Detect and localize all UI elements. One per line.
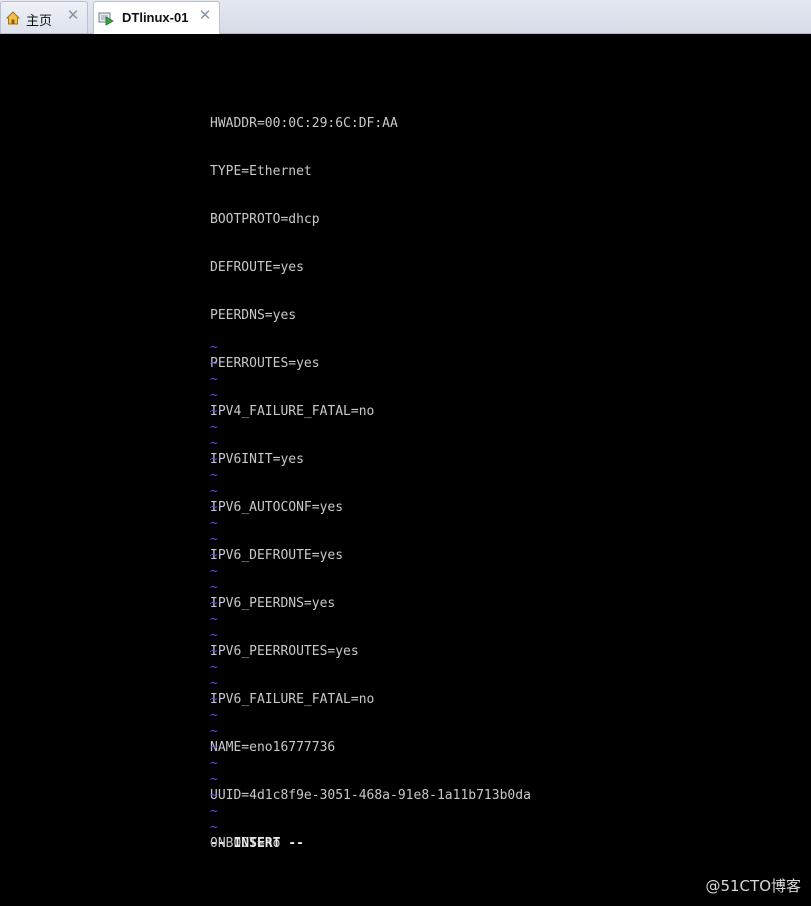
close-icon[interactable]: ✕ <box>65 8 81 24</box>
empty-line-tilde: ~ <box>210 532 218 547</box>
home-icon <box>5 11 21 25</box>
config-line: UUID=4d1c8f9e-3051-468a-91e8-1a11b713b0d… <box>210 788 531 803</box>
empty-line-tilde: ~ <box>210 740 218 755</box>
config-line: IPV6_AUTOCONF=yes <box>210 500 344 515</box>
empty-line-tilde: ~ <box>210 404 218 419</box>
empty-line-tilde: ~ <box>210 692 218 707</box>
empty-line-tilde: ~ <box>210 804 218 819</box>
config-line: IPV6_DEFROUTE=yes <box>210 548 344 563</box>
empty-line-tilde: ~ <box>210 452 218 467</box>
empty-line-tilde: ~ <box>210 580 218 595</box>
empty-line-tilde: ~ <box>210 676 218 691</box>
close-icon[interactable]: ✕ <box>197 8 213 24</box>
empty-line-tilde: ~ <box>210 548 218 563</box>
empty-line-tilde: ~ <box>210 628 218 643</box>
empty-line-tilde: ~ <box>210 468 218 483</box>
config-line: IPV4_FAILURE_FATAL=no <box>210 404 375 419</box>
empty-line-tilde: ~ <box>210 388 218 403</box>
empty-line-tilde: ~ <box>210 788 218 803</box>
config-line: HWADDR=00:0C:29:6C:DF:AA <box>210 116 398 131</box>
empty-line-tilde: ~ <box>210 420 218 435</box>
empty-line-tilde: ~ <box>210 516 218 531</box>
tab-home[interactable]: 主页 ✕ <box>0 1 88 33</box>
config-line: IPV6_FAILURE_FATAL=no <box>210 692 375 707</box>
empty-line-tilde: ~ <box>210 340 218 355</box>
empty-line-tilde: ~ <box>210 356 218 371</box>
editor-mode-indicator: -- INSERT -- <box>210 836 304 851</box>
empty-line-tilde: ~ <box>210 564 218 579</box>
config-line: DEFROUTE=yes <box>210 260 304 275</box>
empty-line-tilde: ~ <box>210 612 218 627</box>
empty-line-tilde: ~ <box>210 372 218 387</box>
tab-dtlinux-01[interactable]: DTlinux-01 ✕ <box>93 1 220 34</box>
empty-line-tilde: ~ <box>210 596 218 611</box>
config-line: NAME=eno16777736 <box>210 740 336 755</box>
config-line: BOOTPROTO=dhcp <box>210 212 320 227</box>
config-line: PEERDNS=yes <box>210 308 297 323</box>
config-line: TYPE=Ethernet <box>210 164 312 179</box>
empty-line-tilde: ~ <box>210 500 218 515</box>
empty-line-tilde: ~ <box>210 772 218 787</box>
empty-line-tilde: ~ <box>210 644 218 659</box>
empty-line-markers: ~ ~ ~ ~ ~ ~ ~ ~ ~ ~ ~ ~ ~ ~ ~ ~ ~ ~ ~ ~ … <box>210 340 218 852</box>
empty-line-tilde: ~ <box>210 708 218 723</box>
config-line: IPV6INIT=yes <box>210 452 304 467</box>
tab-dtlinux-01-label: DTlinux-01 <box>122 10 189 25</box>
config-file-content: HWADDR=00:0C:29:6C:DF:AA TYPE=Ethernet B… <box>210 84 531 884</box>
config-line: IPV6_PEERROUTES=yes <box>210 644 359 659</box>
empty-line-tilde: ~ <box>210 820 218 835</box>
vm-console[interactable]: HWADDR=00:0C:29:6C:DF:AA TYPE=Ethernet B… <box>0 34 811 906</box>
empty-line-tilde: ~ <box>210 484 218 499</box>
config-line: IPV6_PEERDNS=yes <box>210 596 336 611</box>
tab-home-label: 主页 <box>26 13 53 28</box>
empty-line-tilde: ~ <box>210 756 218 771</box>
watermark: @51CTO博客 <box>705 877 801 895</box>
empty-line-tilde: ~ <box>210 724 218 739</box>
empty-line-tilde: ~ <box>210 436 218 451</box>
config-line: PEERROUTES=yes <box>210 356 320 371</box>
vm-icon <box>98 12 114 26</box>
tab-bar: 主页 ✕ DTlinux-01 ✕ <box>0 0 811 34</box>
empty-line-tilde: ~ <box>210 660 218 675</box>
